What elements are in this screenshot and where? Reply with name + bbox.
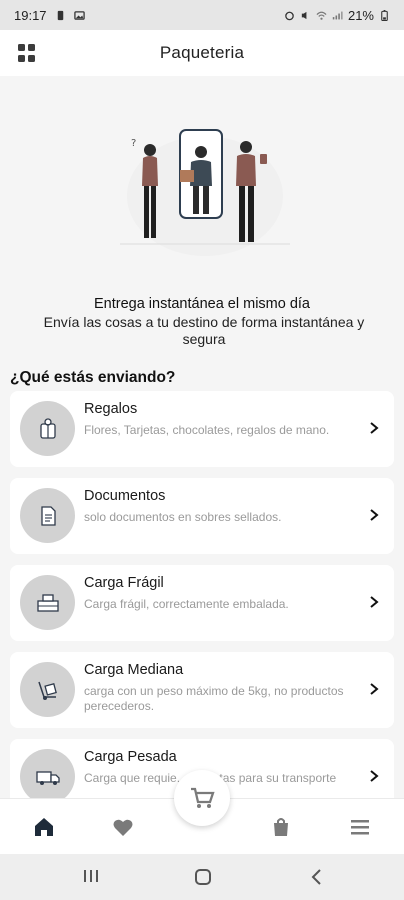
hero-title: Entrega instantánea el mismo día	[93, 296, 310, 312]
svg-text:?: ?	[131, 138, 136, 149]
option-card-regalos[interactable]: Regalos Flores, Tarjetas, chocolates, re…	[10, 391, 394, 467]
vibrate-icon	[57, 10, 63, 20]
page-title: Paqueteria	[159, 43, 245, 62]
chevron-right-icon	[370, 683, 379, 695]
chevron-right-icon	[370, 770, 379, 782]
delivery-illustration: ?	[120, 129, 290, 256]
option-description: Flores, Tarjetas, chocolates, regalos de…	[84, 423, 330, 437]
mute-icon	[301, 11, 307, 19]
chevron-right-icon	[370, 422, 379, 434]
option-card-carga-fragil[interactable]: Carga Frágil Carga frágil, correctamente…	[10, 565, 394, 641]
fragile-box-icon	[20, 575, 75, 630]
document-icon	[20, 488, 75, 543]
option-description: carga con un peso máximo de 5kg, no prod…	[84, 684, 344, 713]
option-title: Carga Mediana	[84, 662, 184, 678]
main-content[interactable]: ? Entrega instantánea el mismo día Envía…	[0, 76, 404, 798]
option-card-carga-mediana[interactable]: Carga Mediana carga con un peso máximo d…	[10, 652, 394, 728]
truck-icon	[20, 749, 75, 798]
battery-percent: 21%	[347, 7, 374, 23]
option-description: Carga frágil, correctamente embalada.	[84, 597, 289, 611]
home-system-icon[interactable]	[194, 868, 212, 886]
option-title: Regalos	[84, 401, 138, 417]
option-card-documentos[interactable]: Documentos solo documentos en sobres sel…	[10, 478, 394, 554]
recent-apps-icon[interactable]	[82, 868, 100, 884]
option-description: solo documentos en sobres sellados.	[84, 510, 282, 524]
hero-subtitle: Envía las cosas a tu destino de forma in…	[43, 314, 365, 347]
grid-menu-icon[interactable]	[18, 44, 36, 62]
image-icon	[73, 10, 85, 20]
app-bar: Paqueteria	[0, 30, 404, 76]
favorites-icon[interactable]	[111, 815, 135, 839]
shopping-bag-icon[interactable]	[269, 815, 293, 839]
battery-icon	[381, 9, 388, 21]
system-navigation-bar	[0, 854, 404, 900]
gift-icon	[20, 401, 75, 456]
wifi-icon	[316, 11, 327, 20]
back-icon[interactable]	[310, 868, 324, 886]
home-icon[interactable]	[32, 815, 56, 839]
status-bar: 19:17 21%	[0, 0, 404, 30]
hand-truck-icon	[20, 662, 75, 717]
option-title: Carga Pesada	[84, 749, 177, 765]
section-title: ¿Qué estás enviando?	[10, 369, 176, 386]
status-time: 19:17	[14, 7, 47, 23]
chevron-right-icon	[370, 509, 379, 521]
option-title: Documentos	[84, 488, 166, 504]
alarm-icon	[285, 11, 294, 20]
cart-icon	[191, 787, 215, 808]
signal-icon	[332, 11, 343, 19]
menu-icon[interactable]	[348, 815, 372, 839]
option-title: Carga Frágil	[84, 575, 164, 591]
cart-button[interactable]	[174, 770, 230, 826]
chevron-right-icon	[370, 596, 379, 608]
